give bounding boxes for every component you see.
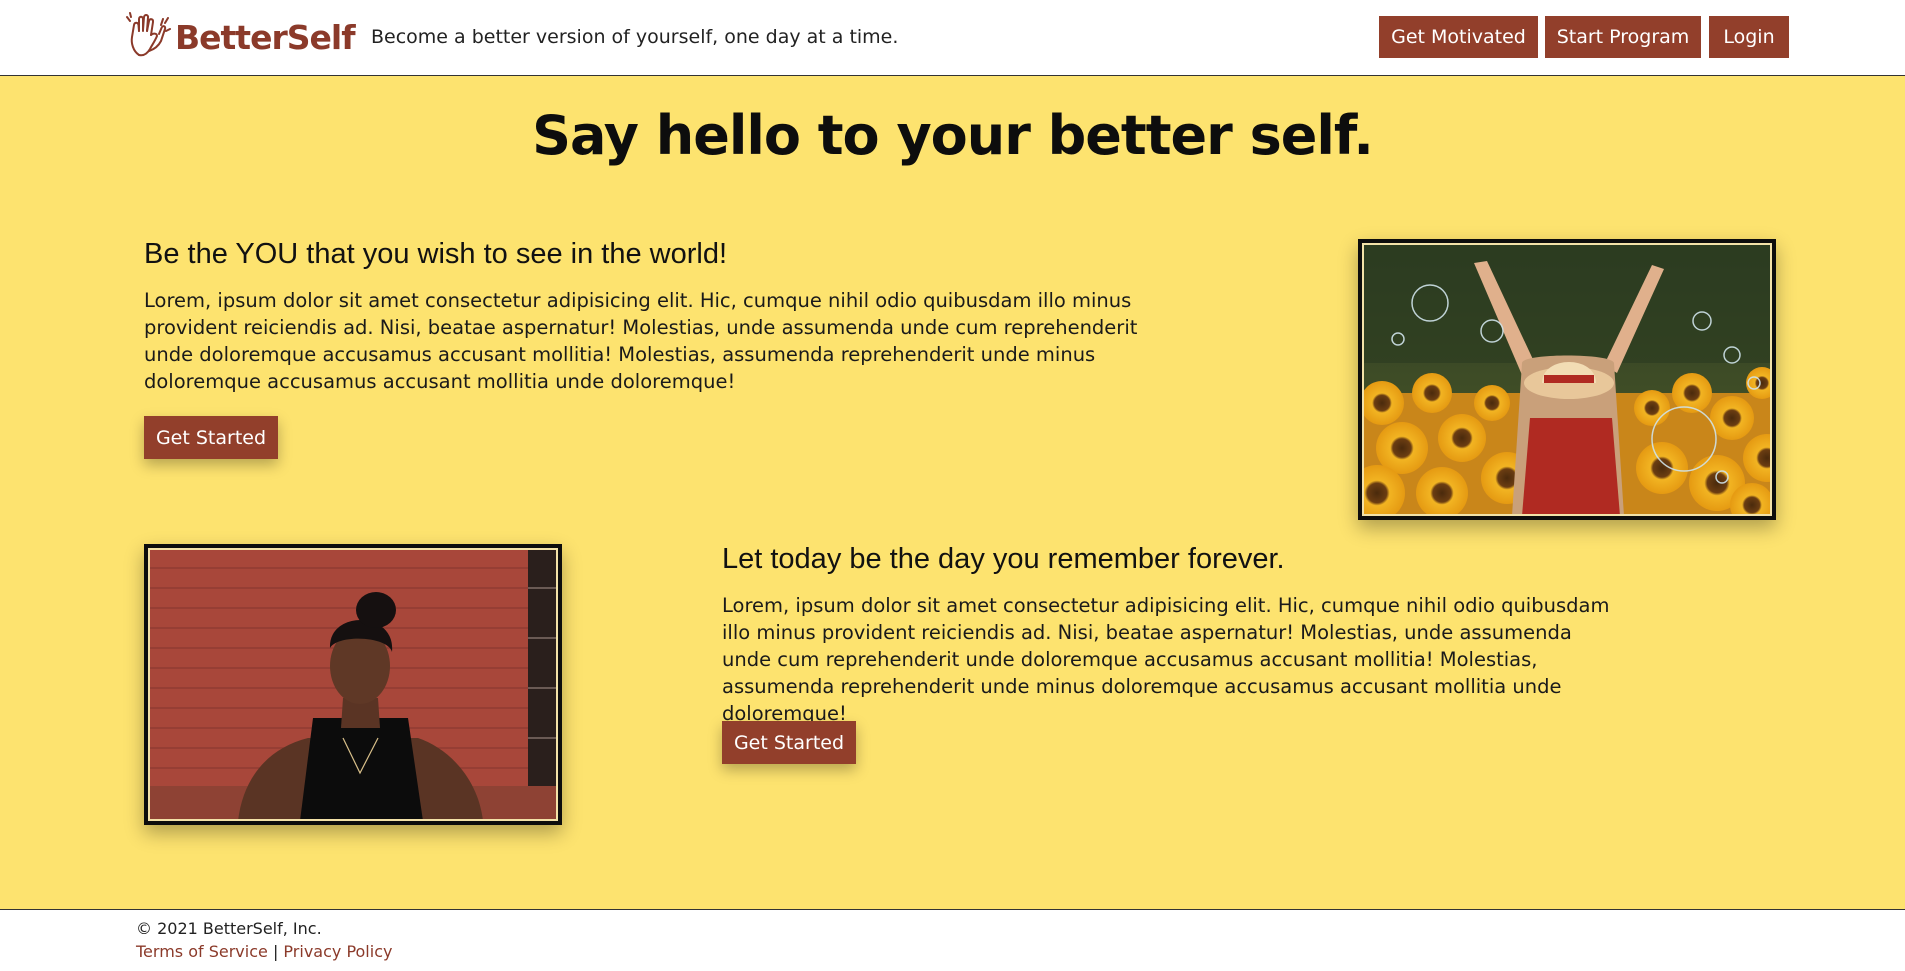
copyright-text: © 2021 BetterSelf, Inc.	[136, 919, 322, 938]
site-header: BetterSelf Become a better version of yo…	[0, 0, 1905, 76]
section-2-get-started-button[interactable]: Get Started	[722, 721, 856, 764]
sunflower-field-photo	[1358, 239, 1776, 520]
photo-frame-inner	[1362, 243, 1772, 516]
footer-separator: |	[272, 942, 279, 961]
brand-name: BetterSelf	[175, 17, 356, 57]
woman-brick-wall-photo	[144, 544, 562, 825]
section-2-heading: Let today be the day you remember foreve…	[722, 543, 1285, 575]
brand-logo[interactable]: BetterSelf	[125, 11, 356, 63]
footer-links: Terms of Service | Privacy Policy	[136, 942, 392, 961]
section-1-heading: Be the YOU that you wish to see in the w…	[144, 238, 728, 270]
section-2-body: Lorem, ipsum dolor sit amet consectetur …	[722, 594, 1610, 725]
photo-frame-inner	[148, 548, 558, 821]
get-motivated-button[interactable]: Get Motivated	[1379, 16, 1538, 58]
site-footer: © 2021 BetterSelf, Inc. Terms of Service…	[0, 909, 1905, 971]
hero-title: Say hello to your better self.	[532, 104, 1374, 167]
main-content: Say hello to your better self. Be the YO…	[0, 76, 1905, 909]
start-program-button[interactable]: Start Program	[1545, 16, 1701, 58]
terms-of-service-link[interactable]: Terms of Service	[136, 942, 268, 961]
privacy-policy-link[interactable]: Privacy Policy	[283, 942, 392, 961]
login-button[interactable]: Login	[1709, 16, 1789, 58]
clapping-hands-icon	[125, 11, 171, 63]
section-1-get-started-button[interactable]: Get Started	[144, 416, 278, 459]
tagline: Become a better version of yourself, one…	[371, 26, 899, 48]
section-1-body: Lorem, ipsum dolor sit amet consectetur …	[144, 289, 1138, 393]
